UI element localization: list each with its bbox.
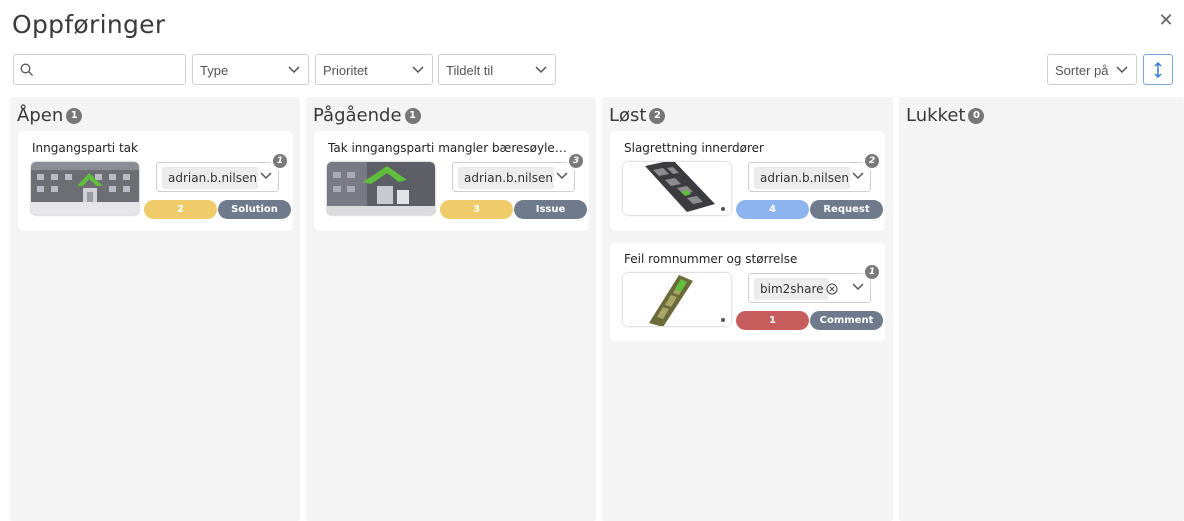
assignee-select[interactable]: adrian.b.nilsen	[452, 162, 575, 192]
chevron-down-icon	[288, 66, 300, 74]
floor-plan-image	[623, 273, 731, 326]
entry-title: Feil romnummer og størrelse	[624, 252, 798, 266]
assignee-select[interactable]: adrian.b.nilsen	[156, 162, 279, 192]
building-model-image	[31, 162, 139, 215]
entry-title: Slagrettning innerdører	[624, 141, 764, 155]
entry-thumbnail[interactable]	[327, 162, 435, 215]
entry-thumbnail[interactable]	[31, 162, 139, 215]
assignee-chip: bim2share	[754, 278, 828, 300]
entry-thumbnail[interactable]	[623, 162, 731, 215]
priority-filter-label: Prioritet	[323, 63, 368, 78]
sort-select[interactable]: Sorter på	[1047, 54, 1137, 85]
priority-badge: 4	[736, 200, 809, 219]
chevron-down-icon	[260, 172, 272, 180]
assignee-select[interactable]: adrian.b.nilsen	[748, 162, 871, 192]
column-open: Åpen 1 Inngangsparti tak adrian.b.nilsen	[10, 97, 300, 521]
search-icon	[20, 63, 33, 76]
column-title: Lukket	[906, 105, 966, 126]
column-count-badge: 1	[66, 107, 83, 124]
building-model-image	[327, 162, 435, 215]
type-badge: Issue	[514, 200, 587, 219]
search-input[interactable]	[40, 59, 180, 81]
sort-direction-button[interactable]	[1143, 54, 1173, 85]
entry-card[interactable]: Inngangsparti tak adrian.b.nilsen 1 2 So…	[18, 131, 293, 231]
chevron-down-icon	[556, 172, 568, 180]
entry-thumbnail[interactable]	[623, 273, 731, 326]
type-badge: Comment	[810, 311, 883, 330]
entry-card[interactable]: Tak inngangsparti mangler bæresøyler y..…	[314, 131, 589, 231]
priority-badge: 1	[736, 311, 809, 330]
sort-label: Sorter på	[1055, 63, 1109, 78]
type-filter-label: Type	[200, 63, 229, 78]
chevron-down-icon	[1116, 66, 1128, 74]
entry-card[interactable]: Slagrettning innerdører adrian.b.nilsen …	[610, 131, 885, 231]
chevron-down-icon	[412, 66, 424, 74]
type-badge: Solution	[218, 200, 291, 219]
search-box[interactable]	[13, 54, 186, 85]
assignee-chip: adrian.b.nilsen	[754, 167, 850, 189]
assigned-filter-select[interactable]: Tildelt til	[438, 54, 556, 85]
column-header: Løst 2	[609, 105, 666, 126]
column-count-badge: 0	[968, 107, 985, 124]
column-header: Åpen 1	[17, 105, 83, 126]
floor-plan-image	[623, 162, 731, 215]
sort-arrows-icon	[1154, 61, 1162, 79]
clear-icon[interactable]	[826, 283, 838, 295]
comment-count-badge: 2	[863, 152, 881, 170]
priority-badge: 3	[440, 200, 513, 219]
chevron-down-icon	[852, 172, 864, 180]
column-title: Åpen	[17, 105, 64, 126]
type-badge: Request	[810, 200, 883, 219]
entry-title: Tak inngangsparti mangler bæresøyler y..…	[328, 141, 568, 155]
type-filter-select[interactable]: Type	[192, 54, 309, 85]
column-in-progress: Pågående 1 Tak inngangsparti mangler bær…	[306, 97, 596, 521]
comment-count-badge: 3	[567, 152, 585, 170]
assignee-chip: adrian.b.nilsen	[162, 167, 258, 189]
column-header: Lukket 0	[906, 105, 985, 126]
close-icon[interactable]: ✕	[1158, 11, 1174, 29]
comment-count-badge: 1	[271, 152, 289, 170]
filter-bar: Type Prioritet Tildelt til Sorter på	[13, 54, 1184, 86]
assignee-select[interactable]: bim2share	[748, 273, 871, 303]
assigned-filter-label: Tildelt til	[446, 63, 494, 78]
comment-count-badge: 1	[863, 263, 881, 281]
priority-badge: 2	[144, 200, 217, 219]
column-title: Pågående	[313, 105, 402, 126]
entry-card[interactable]: Feil romnummer og størrelse bim2share 1 …	[610, 242, 885, 342]
column-resolved: Løst 2 Slagrettning innerdører adrian.b.…	[602, 97, 893, 521]
page-title: Oppføringer	[12, 10, 166, 39]
column-header: Pågående 1	[313, 105, 421, 126]
column-closed: Lukket 0	[899, 97, 1184, 521]
column-title: Løst	[609, 105, 647, 126]
chevron-down-icon	[852, 283, 864, 291]
entry-title: Inngangsparti tak	[32, 141, 138, 155]
assignee-chip: adrian.b.nilsen	[458, 167, 554, 189]
priority-filter-select[interactable]: Prioritet	[315, 54, 433, 85]
column-count-badge: 2	[649, 107, 666, 124]
column-count-badge: 1	[404, 107, 421, 124]
chevron-down-icon	[535, 66, 547, 74]
